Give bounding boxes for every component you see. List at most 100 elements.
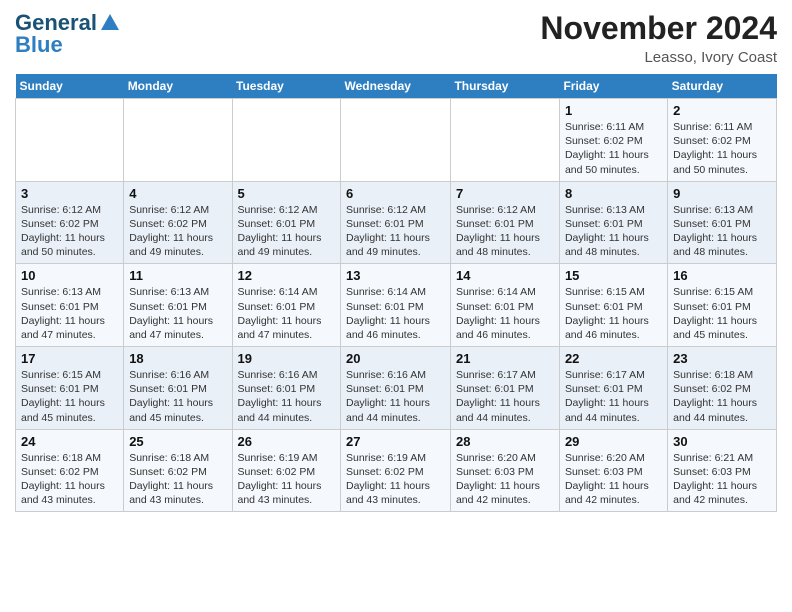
day-header-wednesday: Wednesday [341,74,451,99]
day-info: Sunrise: 6:16 AM Sunset: 6:01 PM Dayligh… [346,369,430,424]
day-number: 13 [346,268,445,283]
week-row-5: 24 Sunrise: 6:18 AM Sunset: 6:02 PM Dayli… [16,429,777,512]
calendar-cell: 8 Sunrise: 6:13 AM Sunset: 6:01 PM Daylig… [559,181,667,264]
day-number: 23 [673,351,771,366]
day-number: 14 [456,268,554,283]
week-row-2: 3Sunrise: 6:12 AM Sunset: 6:02 PM Daylig… [16,181,777,264]
day-number: 24 [21,434,118,449]
day-info: Sunrise: 6:11 AM Sunset: 6:02 PM Dayligh… [565,121,649,176]
calendar-cell [16,99,124,182]
logo-icon [99,12,121,34]
day-info: Sunrise: 6:14 AM Sunset: 6:01 PM Dayligh… [456,286,540,341]
day-number: 8 [565,186,662,201]
calendar-cell [450,99,559,182]
day-info: Sunrise: 6:18 AM Sunset: 6:02 PM Dayligh… [21,452,105,507]
calendar-cell: 23 Sunrise: 6:18 AM Sunset: 6:02 PM Dayli… [668,347,777,430]
location-subtitle: Leasso, Ivory Coast [540,49,777,66]
day-info: Sunrise: 6:12 AM Sunset: 6:01 PM Dayligh… [238,204,322,259]
calendar-cell: 12Sunrise: 6:14 AM Sunset: 6:01 PM Dayli… [232,264,341,347]
calendar-cell: 10 Sunrise: 6:13 AM Sunset: 6:01 PM Dayli… [16,264,124,347]
header-row: SundayMondayTuesdayWednesdayThursdayFrid… [16,74,777,99]
calendar-cell: 20Sunrise: 6:16 AM Sunset: 6:01 PM Dayli… [341,347,451,430]
calendar-cell: 16 Sunrise: 6:15 AM Sunset: 6:01 PM Dayli… [668,264,777,347]
day-info: Sunrise: 6:16 AM Sunset: 6:01 PM Dayligh… [129,369,213,424]
calendar-cell: 7 Sunrise: 6:12 AM Sunset: 6:01 PM Daylig… [450,181,559,264]
week-row-3: 10 Sunrise: 6:13 AM Sunset: 6:01 PM Dayli… [16,264,777,347]
day-number: 27 [346,434,445,449]
calendar-cell: 1Sunrise: 6:11 AM Sunset: 6:02 PM Daylig… [559,99,667,182]
day-info: Sunrise: 6:12 AM Sunset: 6:01 PM Dayligh… [346,204,430,259]
day-header-thursday: Thursday [450,74,559,99]
day-info: Sunrise: 6:18 AM Sunset: 6:02 PM Dayligh… [673,369,757,424]
day-info: Sunrise: 6:13 AM Sunset: 6:01 PM Dayligh… [565,204,649,259]
logo: General Blue [15,10,121,58]
day-info: Sunrise: 6:13 AM Sunset: 6:01 PM Dayligh… [129,286,213,341]
day-number: 19 [238,351,336,366]
day-info: Sunrise: 6:15 AM Sunset: 6:01 PM Dayligh… [565,286,649,341]
header: General Blue November 2024 Leasso, Ivory… [15,10,777,66]
calendar-cell: 17 Sunrise: 6:15 AM Sunset: 6:01 PM Dayli… [16,347,124,430]
calendar-cell: 19 Sunrise: 6:16 AM Sunset: 6:01 PM Dayli… [232,347,341,430]
day-info: Sunrise: 6:20 AM Sunset: 6:03 PM Dayligh… [456,452,540,507]
day-header-friday: Friday [559,74,667,99]
day-info: Sunrise: 6:11 AM Sunset: 6:02 PM Dayligh… [673,121,757,176]
day-info: Sunrise: 6:19 AM Sunset: 6:02 PM Dayligh… [238,452,322,507]
day-info: Sunrise: 6:15 AM Sunset: 6:01 PM Dayligh… [673,286,757,341]
calendar-cell: 15 Sunrise: 6:15 AM Sunset: 6:01 PM Dayli… [559,264,667,347]
week-row-4: 17 Sunrise: 6:15 AM Sunset: 6:01 PM Dayli… [16,347,777,430]
day-number: 15 [565,268,662,283]
day-number: 26 [238,434,336,449]
day-info: Sunrise: 6:19 AM Sunset: 6:02 PM Dayligh… [346,452,430,507]
day-number: 6 [346,186,445,201]
calendar-cell: 25 Sunrise: 6:18 AM Sunset: 6:02 PM Dayli… [124,429,232,512]
day-number: 11 [129,268,226,283]
day-number: 9 [673,186,771,201]
calendar-cell: 30Sunrise: 6:21 AM Sunset: 6:03 PM Dayli… [668,429,777,512]
day-header-sunday: Sunday [16,74,124,99]
logo-blue: Blue [15,32,63,58]
day-info: Sunrise: 6:12 AM Sunset: 6:01 PM Dayligh… [456,204,540,259]
calendar-cell [124,99,232,182]
calendar-body: 1Sunrise: 6:11 AM Sunset: 6:02 PM Daylig… [16,99,777,512]
day-info: Sunrise: 6:17 AM Sunset: 6:01 PM Dayligh… [456,369,540,424]
day-info: Sunrise: 6:20 AM Sunset: 6:03 PM Dayligh… [565,452,649,507]
day-info: Sunrise: 6:21 AM Sunset: 6:03 PM Dayligh… [673,452,757,507]
calendar-cell: 5 Sunrise: 6:12 AM Sunset: 6:01 PM Daylig… [232,181,341,264]
calendar-header: SundayMondayTuesdayWednesdayThursdayFrid… [16,74,777,99]
calendar-cell: 6 Sunrise: 6:12 AM Sunset: 6:01 PM Daylig… [341,181,451,264]
day-number: 16 [673,268,771,283]
day-header-saturday: Saturday [668,74,777,99]
day-info: Sunrise: 6:17 AM Sunset: 6:01 PM Dayligh… [565,369,649,424]
calendar-cell: 27 Sunrise: 6:19 AM Sunset: 6:02 PM Dayli… [341,429,451,512]
day-number: 7 [456,186,554,201]
day-number: 2 [673,103,771,118]
day-number: 28 [456,434,554,449]
day-number: 25 [129,434,226,449]
calendar-cell: 9 Sunrise: 6:13 AM Sunset: 6:01 PM Daylig… [668,181,777,264]
calendar-cell: 13Sunrise: 6:14 AM Sunset: 6:01 PM Dayli… [341,264,451,347]
calendar-cell: 22Sunrise: 6:17 AM Sunset: 6:01 PM Dayli… [559,347,667,430]
calendar-cell: 26 Sunrise: 6:19 AM Sunset: 6:02 PM Dayli… [232,429,341,512]
day-info: Sunrise: 6:13 AM Sunset: 6:01 PM Dayligh… [21,286,105,341]
day-header-monday: Monday [124,74,232,99]
day-number: 29 [565,434,662,449]
calendar-cell: 14 Sunrise: 6:14 AM Sunset: 6:01 PM Dayli… [450,264,559,347]
week-row-1: 1Sunrise: 6:11 AM Sunset: 6:02 PM Daylig… [16,99,777,182]
day-info: Sunrise: 6:13 AM Sunset: 6:01 PM Dayligh… [673,204,757,259]
day-info: Sunrise: 6:18 AM Sunset: 6:02 PM Dayligh… [129,452,213,507]
calendar-cell: 18Sunrise: 6:16 AM Sunset: 6:01 PM Dayli… [124,347,232,430]
day-number: 10 [21,268,118,283]
calendar-cell: 4Sunrise: 6:12 AM Sunset: 6:02 PM Daylig… [124,181,232,264]
day-number: 17 [21,351,118,366]
calendar-cell: 3Sunrise: 6:12 AM Sunset: 6:02 PM Daylig… [16,181,124,264]
day-info: Sunrise: 6:14 AM Sunset: 6:01 PM Dayligh… [238,286,322,341]
day-number: 21 [456,351,554,366]
day-info: Sunrise: 6:12 AM Sunset: 6:02 PM Dayligh… [129,204,213,259]
calendar-cell [341,99,451,182]
day-number: 5 [238,186,336,201]
day-info: Sunrise: 6:15 AM Sunset: 6:01 PM Dayligh… [21,369,105,424]
calendar-cell: 24 Sunrise: 6:18 AM Sunset: 6:02 PM Dayli… [16,429,124,512]
calendar-cell: 21 Sunrise: 6:17 AM Sunset: 6:01 PM Dayli… [450,347,559,430]
day-info: Sunrise: 6:16 AM Sunset: 6:01 PM Dayligh… [238,369,322,424]
calendar-cell: 28 Sunrise: 6:20 AM Sunset: 6:03 PM Dayli… [450,429,559,512]
